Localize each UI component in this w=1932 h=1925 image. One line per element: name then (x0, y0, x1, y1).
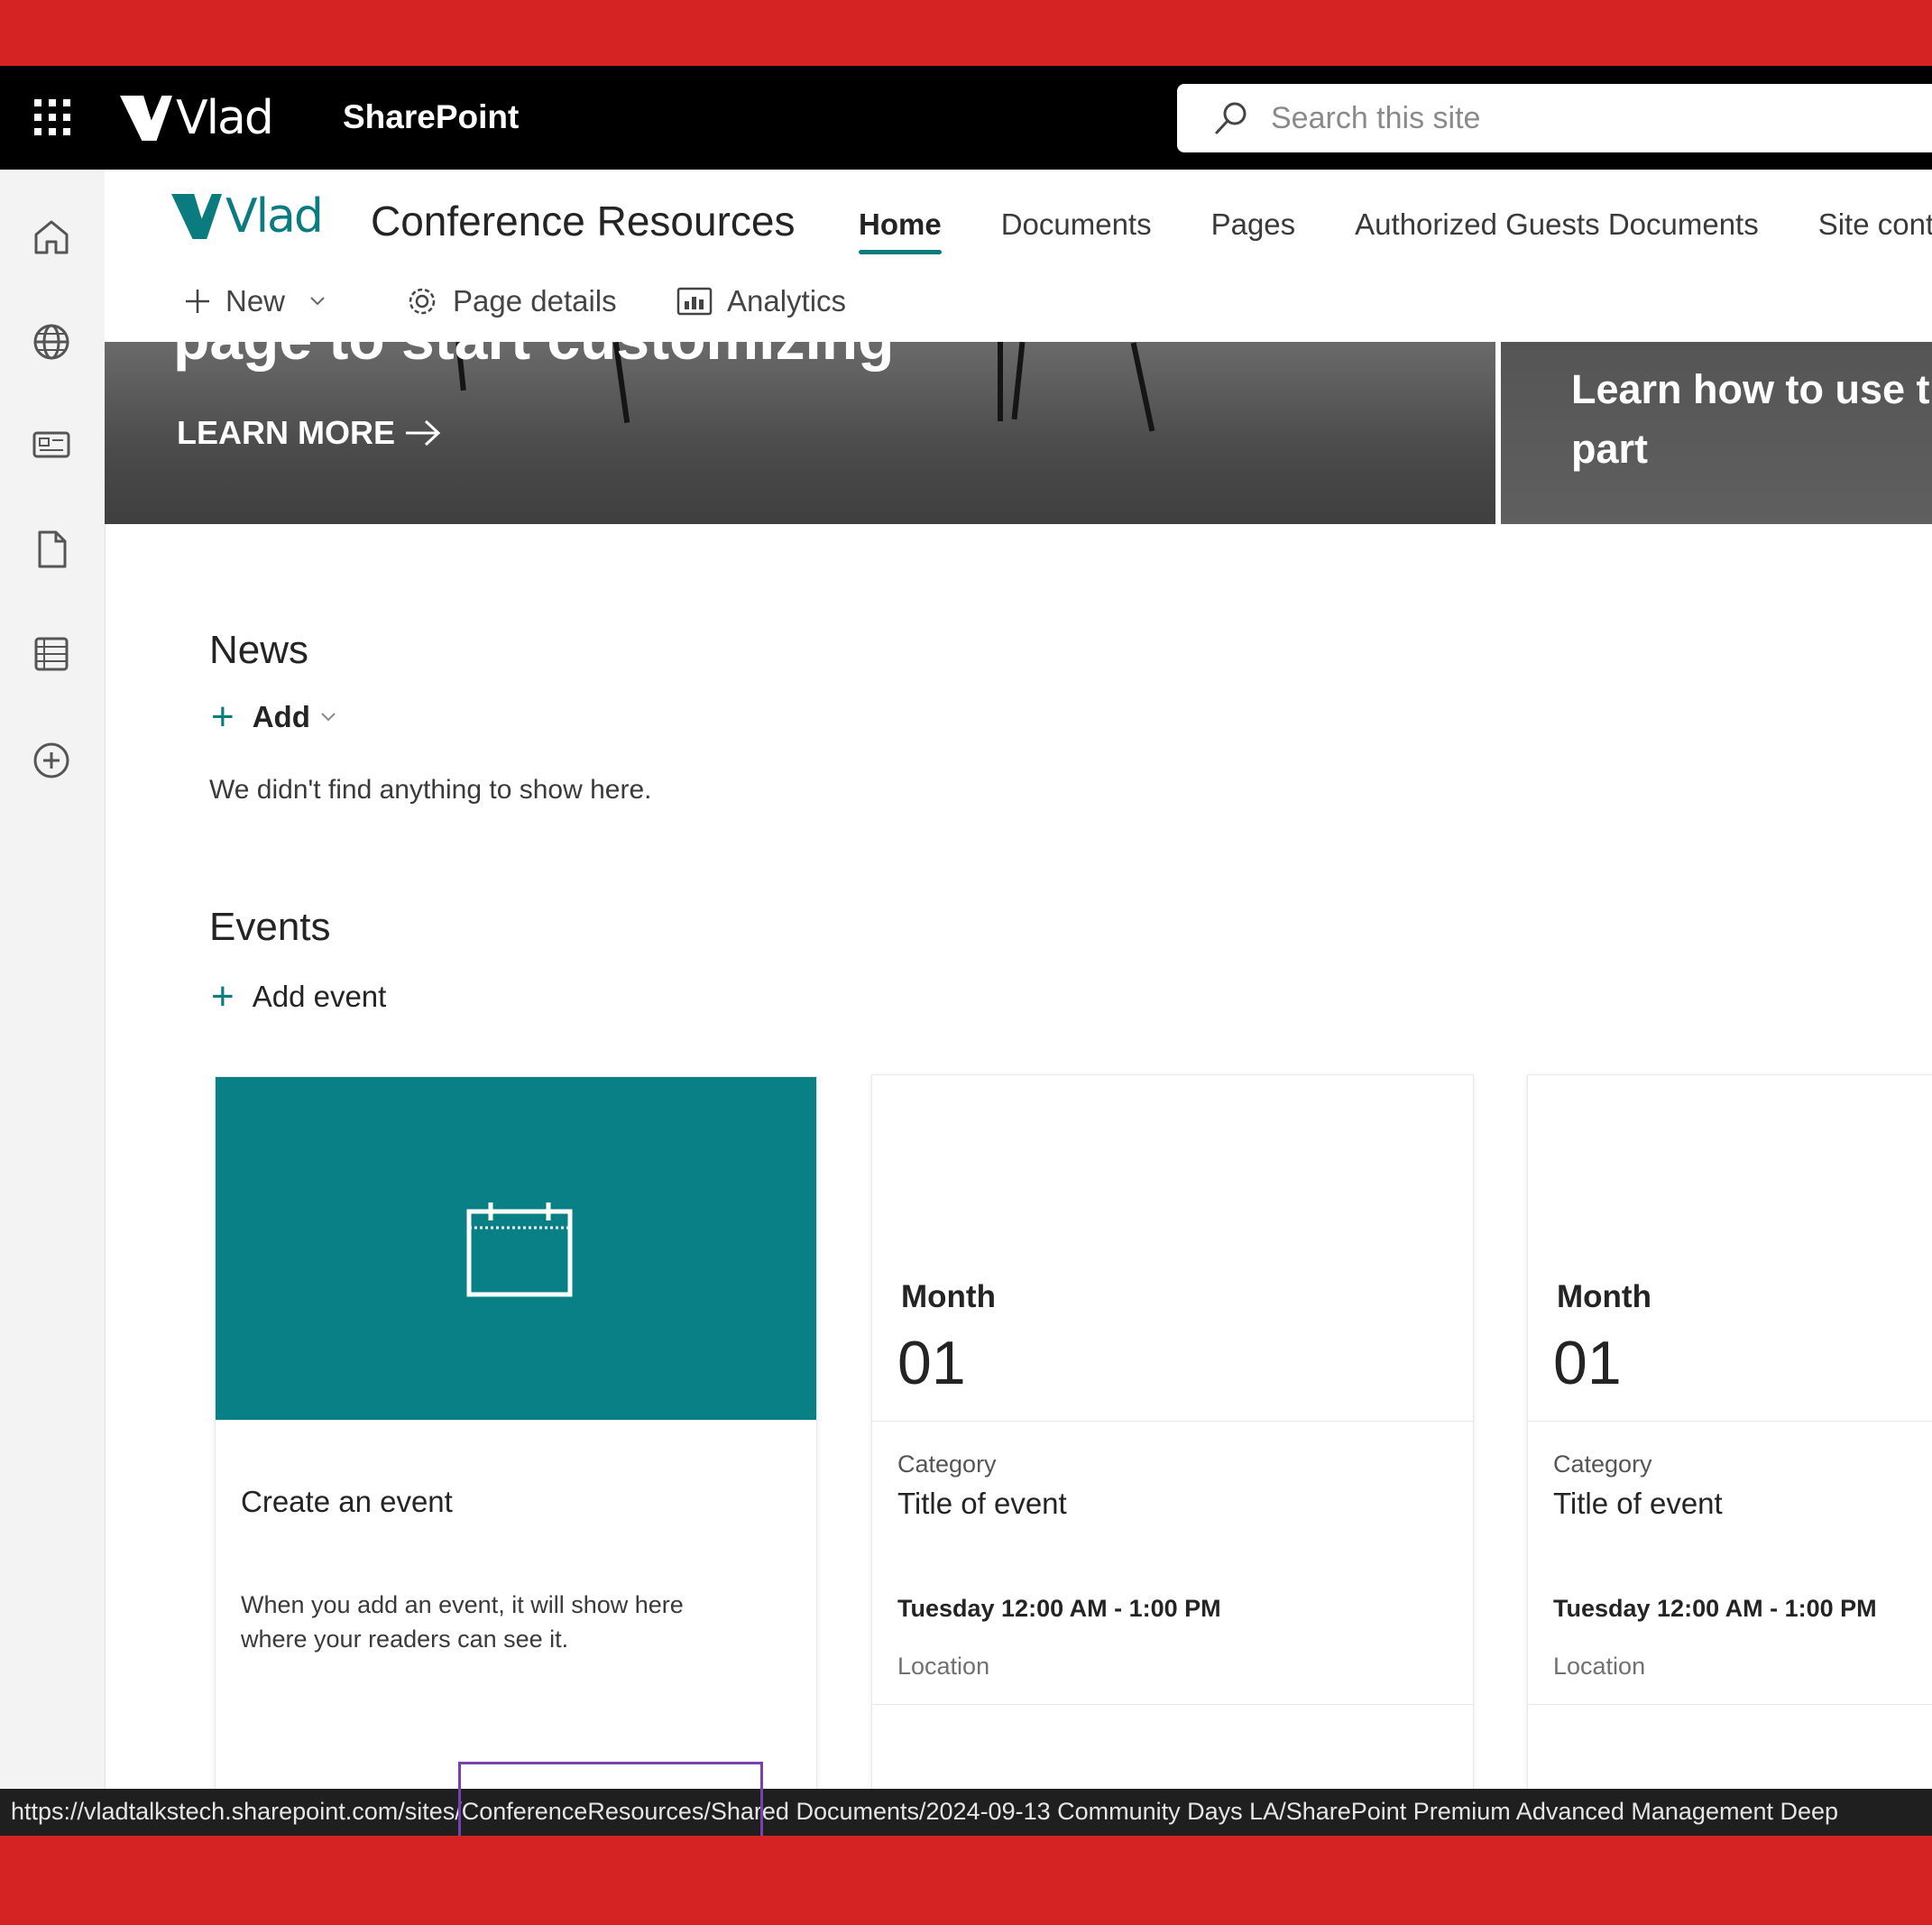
news-icon[interactable] (29, 422, 74, 467)
left-app-bar (0, 170, 106, 1793)
analytics-button[interactable]: Analytics (676, 284, 846, 318)
status-bar: https://vladtalkstech.sharepoint.com/sit… (0, 1789, 1932, 1836)
site-logo-mark (171, 194, 222, 239)
site-logo[interactable]: Vlad (171, 189, 324, 244)
chevron-down-icon (310, 297, 325, 306)
event-month: Month (1557, 1279, 1651, 1314)
plus-icon: + (211, 974, 235, 1018)
page-details-label: Page details (453, 284, 617, 318)
site-logo-text: Vlad (225, 189, 324, 244)
hero-tile-left[interactable]: page to start customizing LEARN MORE (105, 342, 1495, 524)
command-bar: New Page details Analytics (105, 262, 1932, 342)
new-button[interactable]: New (184, 284, 341, 318)
event-time: Tuesday 12:00 AM - 1:00 PM (1553, 1595, 1877, 1622)
event-location: Location (1553, 1653, 1646, 1680)
create-event-title: Create an event (241, 1485, 453, 1518)
calendar-icon (466, 1202, 573, 1297)
nav-pages[interactable]: Pages (1211, 207, 1296, 242)
search-icon (1215, 102, 1247, 134)
app-name[interactable]: SharePoint (343, 98, 519, 136)
add-event-button[interactable]: + Add event (211, 977, 386, 1017)
event-category: Category (897, 1451, 997, 1478)
site-header: Vlad Conference Resources Home Documents… (105, 170, 1932, 262)
event-day: 01 (1553, 1329, 1622, 1397)
event-month: Month (901, 1279, 996, 1314)
news-empty-message: We didn't find anything to show here. (209, 775, 652, 805)
nav-authorized-guests-documents[interactable]: Authorized Guests Documents (1355, 207, 1759, 242)
analytics-icon (676, 287, 713, 316)
home-icon[interactable] (29, 215, 74, 260)
event-day: 01 (897, 1329, 966, 1397)
event-time: Tuesday 12:00 AM - 1:00 PM (897, 1595, 1221, 1622)
plus-icon: + (211, 695, 235, 739)
org-logo-text: Vlad (176, 91, 274, 145)
hero-web-part: page to start customizing LEARN MORE Lea… (105, 342, 1932, 524)
create-event-card[interactable]: Create an event When you add an event, i… (215, 1076, 817, 1827)
nav-documents[interactable]: Documents (1001, 207, 1152, 242)
event-title: Title of event (1553, 1487, 1723, 1520)
events-heading: Events (209, 905, 331, 949)
status-url: https://vladtalkstech.sharepoint.com/sit… (11, 1798, 1839, 1825)
event-category: Category (1553, 1451, 1652, 1478)
event-location: Location (897, 1653, 990, 1680)
event-card[interactable]: Month 01 Category Title of event Tuesday… (1527, 1074, 1932, 1825)
nav-site-contents[interactable]: Site conte (1818, 207, 1932, 242)
news-add-label: Add (252, 700, 310, 733)
event-title: Title of event (897, 1487, 1067, 1520)
news-heading: News (209, 628, 309, 672)
learn-more-label: LEARN MORE (177, 414, 395, 451)
search-box[interactable]: Search this site (1177, 84, 1932, 152)
org-logo[interactable]: Vlad (120, 91, 274, 145)
event-card[interactable]: Month 01 Category Title of event Tuesday… (871, 1074, 1474, 1825)
hero-left-title: page to start customizing (173, 342, 894, 373)
create-event-description: When you add an event, it will show here… (241, 1591, 684, 1653)
create-icon[interactable] (29, 738, 74, 783)
vlad-logo-mark (120, 96, 172, 141)
arrow-right-icon (406, 419, 441, 447)
hero-right-title: Learn how to use t web part (1571, 366, 1932, 472)
hero-tile-right[interactable]: Learn how to use t web part (1501, 342, 1932, 524)
highlight-box (458, 1762, 763, 1836)
app-launcher-icon[interactable] (34, 99, 70, 135)
site-navigation: Home Documents Pages Authorized Guests D… (859, 207, 1932, 254)
document-icon[interactable] (29, 527, 74, 572)
page-details-button[interactable]: Page details (406, 284, 617, 318)
sharepoint-window: Vlad SharePoint Search this site Vlad Co… (0, 66, 1932, 1836)
news-add-button[interactable]: + Add (211, 697, 337, 737)
add-event-label: Add event (252, 980, 387, 1013)
plus-icon (186, 290, 209, 313)
nav-home[interactable]: Home (859, 207, 942, 254)
list-icon[interactable] (29, 631, 74, 677)
suite-bar: Vlad SharePoint Search this site (0, 66, 1932, 170)
new-label: New (225, 284, 286, 318)
site-title[interactable]: Conference Resources (371, 197, 795, 245)
gear-icon (409, 288, 436, 315)
learn-more-link[interactable]: LEARN MORE (177, 414, 444, 452)
globe-icon[interactable] (29, 319, 74, 364)
search-placeholder: Search this site (1271, 100, 1481, 135)
analytics-label: Analytics (727, 284, 847, 318)
chevron-down-icon (321, 713, 336, 722)
